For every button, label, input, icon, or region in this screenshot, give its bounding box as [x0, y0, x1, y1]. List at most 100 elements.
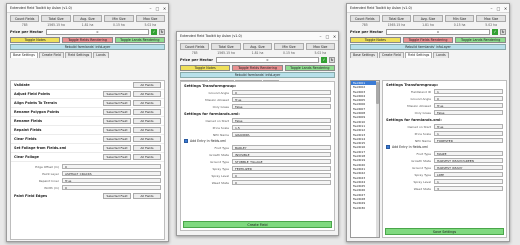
all-fields-button[interactable]: All Fields — [133, 100, 161, 106]
selected-field-button[interactable]: Selected Field — [103, 192, 131, 199]
create-field-button[interactable]: Create Field — [183, 221, 332, 228]
total-size-button[interactable]: Total Size — [211, 43, 241, 50]
refresh-icon[interactable]: ↻ — [500, 29, 506, 35]
max-size-button[interactable]: Max Size — [305, 43, 336, 50]
price-input[interactable]: 0 — [46, 29, 149, 35]
all-fields-button[interactable]: All Fields — [133, 109, 161, 115]
selected-field-button[interactable]: Selected Field — [103, 109, 131, 115]
close-icon[interactable]: ✕ — [502, 6, 509, 11]
selected-field-button[interactable]: Selected Field — [103, 118, 131, 124]
save-settings-button[interactable]: Save Settings — [385, 228, 504, 235]
min-size-button[interactable]: Min Size — [274, 43, 304, 50]
weed-state-input[interactable]: 3 — [434, 185, 503, 192]
npc-name-select[interactable]: GRANDPA — [232, 131, 331, 138]
all-fields-button[interactable]: All Fields — [133, 82, 161, 88]
selected-field-button[interactable]: Selected Field — [103, 127, 131, 133]
selected-field-button[interactable]: Selected Field — [103, 100, 131, 106]
toggle-lands-rendering-button[interactable]: Toggle Lands Rendering — [455, 37, 507, 43]
spray-type-select[interactable]: LIME — [434, 171, 503, 178]
field-list-item[interactable]: field030 — [351, 206, 379, 210]
all-fields-button[interactable]: All Fields — [133, 154, 161, 160]
toggle-fields-rendering-button[interactable]: Toggle Fields Rendering — [232, 65, 283, 71]
paint-layer-select[interactable]: ASPHALT_CRACKS — [62, 170, 161, 177]
width-input[interactable]: 0 — [62, 184, 161, 191]
field-list-scrollbar[interactable] — [376, 81, 379, 237]
edge-offset-input[interactable]: 0 — [62, 163, 161, 170]
toggle-lands-rendering-button[interactable]: Toggle Lands Rendering — [114, 37, 165, 43]
toggle-fields-rendering-button[interactable]: Toggle Fields Rendering — [62, 37, 113, 43]
avg-size-button[interactable]: Avg. Size — [72, 15, 103, 22]
maximize-icon[interactable]: □ — [495, 6, 502, 11]
min-size-button[interactable]: Min Size — [444, 15, 475, 22]
tab-create-field[interactable]: Create Field — [38, 51, 64, 58]
ground-angle-input[interactable]: 0 — [434, 95, 503, 102]
spray-level-input[interactable]: 0 — [232, 172, 331, 179]
confirm-icon[interactable]: ✓ — [151, 29, 157, 35]
selected-field-button[interactable]: Selected Field — [103, 91, 131, 97]
price-scale-input[interactable]: 1 — [434, 130, 503, 137]
ground-angle-input[interactable]: 0 — [232, 89, 331, 96]
close-icon[interactable]: ✕ — [331, 34, 338, 39]
selected-field-button[interactable]: Selected Field — [103, 136, 131, 142]
growth-state-select[interactable]: INVISIBLE — [232, 151, 331, 158]
all-fields-button[interactable]: All Fields — [133, 192, 161, 199]
tab-create-field[interactable]: Create Field — [378, 51, 404, 58]
price-scale-input[interactable]: 1.5 — [232, 124, 331, 131]
checkbox-checked-icon[interactable] — [184, 139, 188, 143]
tab-field-settings[interactable]: Field Settings — [64, 51, 93, 58]
close-icon[interactable]: ✕ — [161, 6, 168, 11]
tab-lands[interactable]: Lands — [433, 51, 449, 58]
max-size-button[interactable]: Max Size — [135, 15, 166, 22]
all-fields-button[interactable]: All Fields — [133, 118, 161, 124]
tab-field-settings[interactable]: Field Settings — [404, 51, 433, 58]
total-size-button[interactable]: Total Size — [381, 15, 412, 22]
npc-name-select[interactable]: FORESTER — [434, 137, 503, 144]
checkbox-checked-icon[interactable] — [386, 145, 390, 149]
mission-allowed-select[interactable]: True — [232, 96, 331, 103]
mission-allowed-select[interactable]: True — [434, 102, 503, 109]
all-fields-button[interactable]: All Fields — [133, 127, 161, 133]
price-input[interactable]: 0 — [386, 29, 490, 35]
avg-size-button[interactable]: Avg. Size — [413, 15, 443, 22]
all-fields-button[interactable]: All Fields — [133, 136, 161, 142]
fruit-type-select[interactable]: BARLEY — [232, 144, 331, 151]
weed-state-input[interactable]: 0 — [232, 179, 331, 186]
total-size-button[interactable]: Total Size — [41, 15, 71, 22]
confirm-icon[interactable]: ✓ — [492, 29, 498, 35]
minimize-icon[interactable]: – — [147, 6, 154, 11]
ground-type-select[interactable]: STUBBLE_TILLAGE — [232, 158, 331, 165]
minimize-icon[interactable]: – — [488, 6, 495, 11]
fieldisland-id-input[interactable]: 1 — [434, 88, 503, 95]
min-size-button[interactable]: Min Size — [104, 15, 134, 22]
price-input[interactable]: 0 — [216, 57, 319, 63]
count-fields-button[interactable]: Count Fields — [180, 43, 210, 50]
all-fields-button[interactable]: All Fields — [133, 91, 161, 97]
repaint-inner-select[interactable]: True — [62, 177, 161, 184]
fruit-type-select[interactable]: MAIZE — [434, 150, 503, 157]
tab-lands[interactable]: Lands — [93, 51, 109, 58]
ground-type-select[interactable]: HARVEST_READY — [434, 164, 503, 171]
spray-level-input[interactable]: 1 — [434, 178, 503, 185]
growth-state-select[interactable]: HARVEST_READY/GREEN — [434, 157, 503, 164]
maximize-icon[interactable]: □ — [324, 34, 331, 39]
toggle-notes-button[interactable]: Toggle Notes — [10, 37, 61, 43]
maximize-icon[interactable]: □ — [154, 6, 161, 11]
toggle-fields-rendering-button[interactable]: Toggle Fields Rendering — [402, 37, 454, 43]
refresh-icon[interactable]: ↻ — [159, 29, 165, 35]
toggle-notes-button[interactable]: Toggle Notes — [350, 37, 401, 43]
only-grass-select[interactable]: False — [434, 109, 503, 116]
selected-field-button[interactable]: Selected Field — [103, 154, 131, 160]
only-grass-select[interactable]: False — [232, 103, 331, 110]
avg-size-button[interactable]: Avg. Size — [242, 43, 273, 50]
toggle-lands-rendering-button[interactable]: Toggle Lands Rendering — [284, 65, 335, 71]
field-list[interactable]: field001 field002 field003 field004 field005… — [350, 80, 380, 238]
max-size-button[interactable]: Max Size — [476, 15, 506, 22]
refresh-icon[interactable]: ↻ — [329, 57, 335, 63]
toggle-notes-button[interactable]: Toggle Notes — [180, 65, 231, 71]
tab-base-settings[interactable]: Base Settings — [350, 51, 378, 58]
count-fields-button[interactable]: Count Fields — [10, 15, 40, 22]
tab-base-settings[interactable]: Base Settings — [10, 51, 38, 58]
scrollbar-thumb[interactable] — [376, 82, 379, 104]
minimize-icon[interactable]: – — [317, 34, 324, 39]
count-fields-button[interactable]: Count Fields — [350, 15, 380, 22]
